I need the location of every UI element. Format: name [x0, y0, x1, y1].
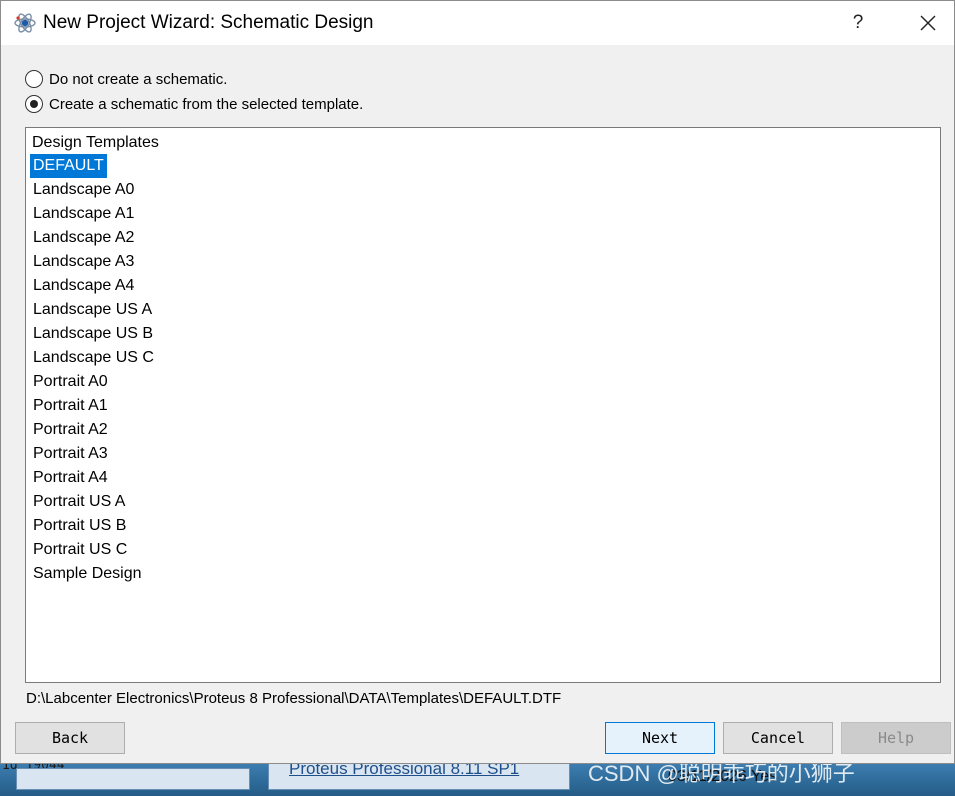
proteus-app-icon	[14, 13, 36, 33]
background-panel	[16, 768, 250, 790]
close-icon[interactable]	[913, 9, 943, 37]
new-project-wizard-dialog: New Project Wizard: Schematic Design ? D…	[0, 0, 955, 764]
back-button[interactable]: Back	[15, 722, 125, 754]
help-question-button[interactable]: ?	[847, 10, 869, 36]
option-label: Do not create a schematic.	[49, 70, 228, 88]
list-item[interactable]: Portrait A4	[30, 466, 111, 490]
option-from-template[interactable]: Create a schematic from the selected tem…	[25, 94, 363, 114]
option-label: Create a schematic from the selected tem…	[49, 95, 364, 113]
list-item[interactable]: Landscape A0	[30, 178, 137, 202]
list-header: Design Templates	[32, 134, 159, 151]
title-bar: New Project Wizard: Schematic Design ?	[1, 1, 954, 45]
list-item[interactable]: Portrait US A	[30, 490, 128, 514]
list-item[interactable]: Portrait A3	[30, 442, 111, 466]
list-item[interactable]: Landscape US A	[30, 298, 155, 322]
window-title: New Project Wizard: Schematic Design	[43, 12, 374, 33]
background-task-entry: Proteus Professional 8.11 SP1	[268, 759, 570, 790]
list-item[interactable]: Landscape A4	[30, 274, 137, 298]
design-templates-list[interactable]: Design Templates DEFAULT Landscape A0 Land…	[25, 127, 941, 683]
template-path: D:\Labcenter Electronics\Proteus 8 Profe…	[26, 690, 562, 707]
template-items: DEFAULT Landscape A0 Landscape A1 Landscape…	[30, 154, 157, 586]
list-item[interactable]: Portrait A1	[30, 394, 111, 418]
list-item[interactable]: Landscape A1	[30, 202, 137, 226]
next-button[interactable]: Next	[605, 722, 715, 754]
cancel-button[interactable]: Cancel	[723, 722, 833, 754]
list-item[interactable]: Landscape A2	[30, 226, 137, 250]
list-item[interactable]: Sample Design	[30, 562, 145, 586]
radio-no-schematic[interactable]	[25, 70, 43, 88]
list-item[interactable]: Landscape US C	[30, 346, 157, 370]
list-item[interactable]: Portrait A0	[30, 370, 111, 394]
list-item[interactable]: Portrait US B	[30, 514, 129, 538]
list-item[interactable]: Landscape US B	[30, 322, 156, 346]
option-no-schematic[interactable]: Do not create a schematic.	[25, 69, 227, 89]
list-item[interactable]: Portrait A2	[30, 418, 111, 442]
list-item[interactable]: Portrait US C	[30, 538, 130, 562]
help-button[interactable]: Help	[841, 722, 951, 754]
list-item[interactable]: Landscape A3	[30, 250, 137, 274]
radio-from-template[interactable]	[25, 95, 43, 113]
list-item[interactable]: DEFAULT	[30, 154, 107, 178]
